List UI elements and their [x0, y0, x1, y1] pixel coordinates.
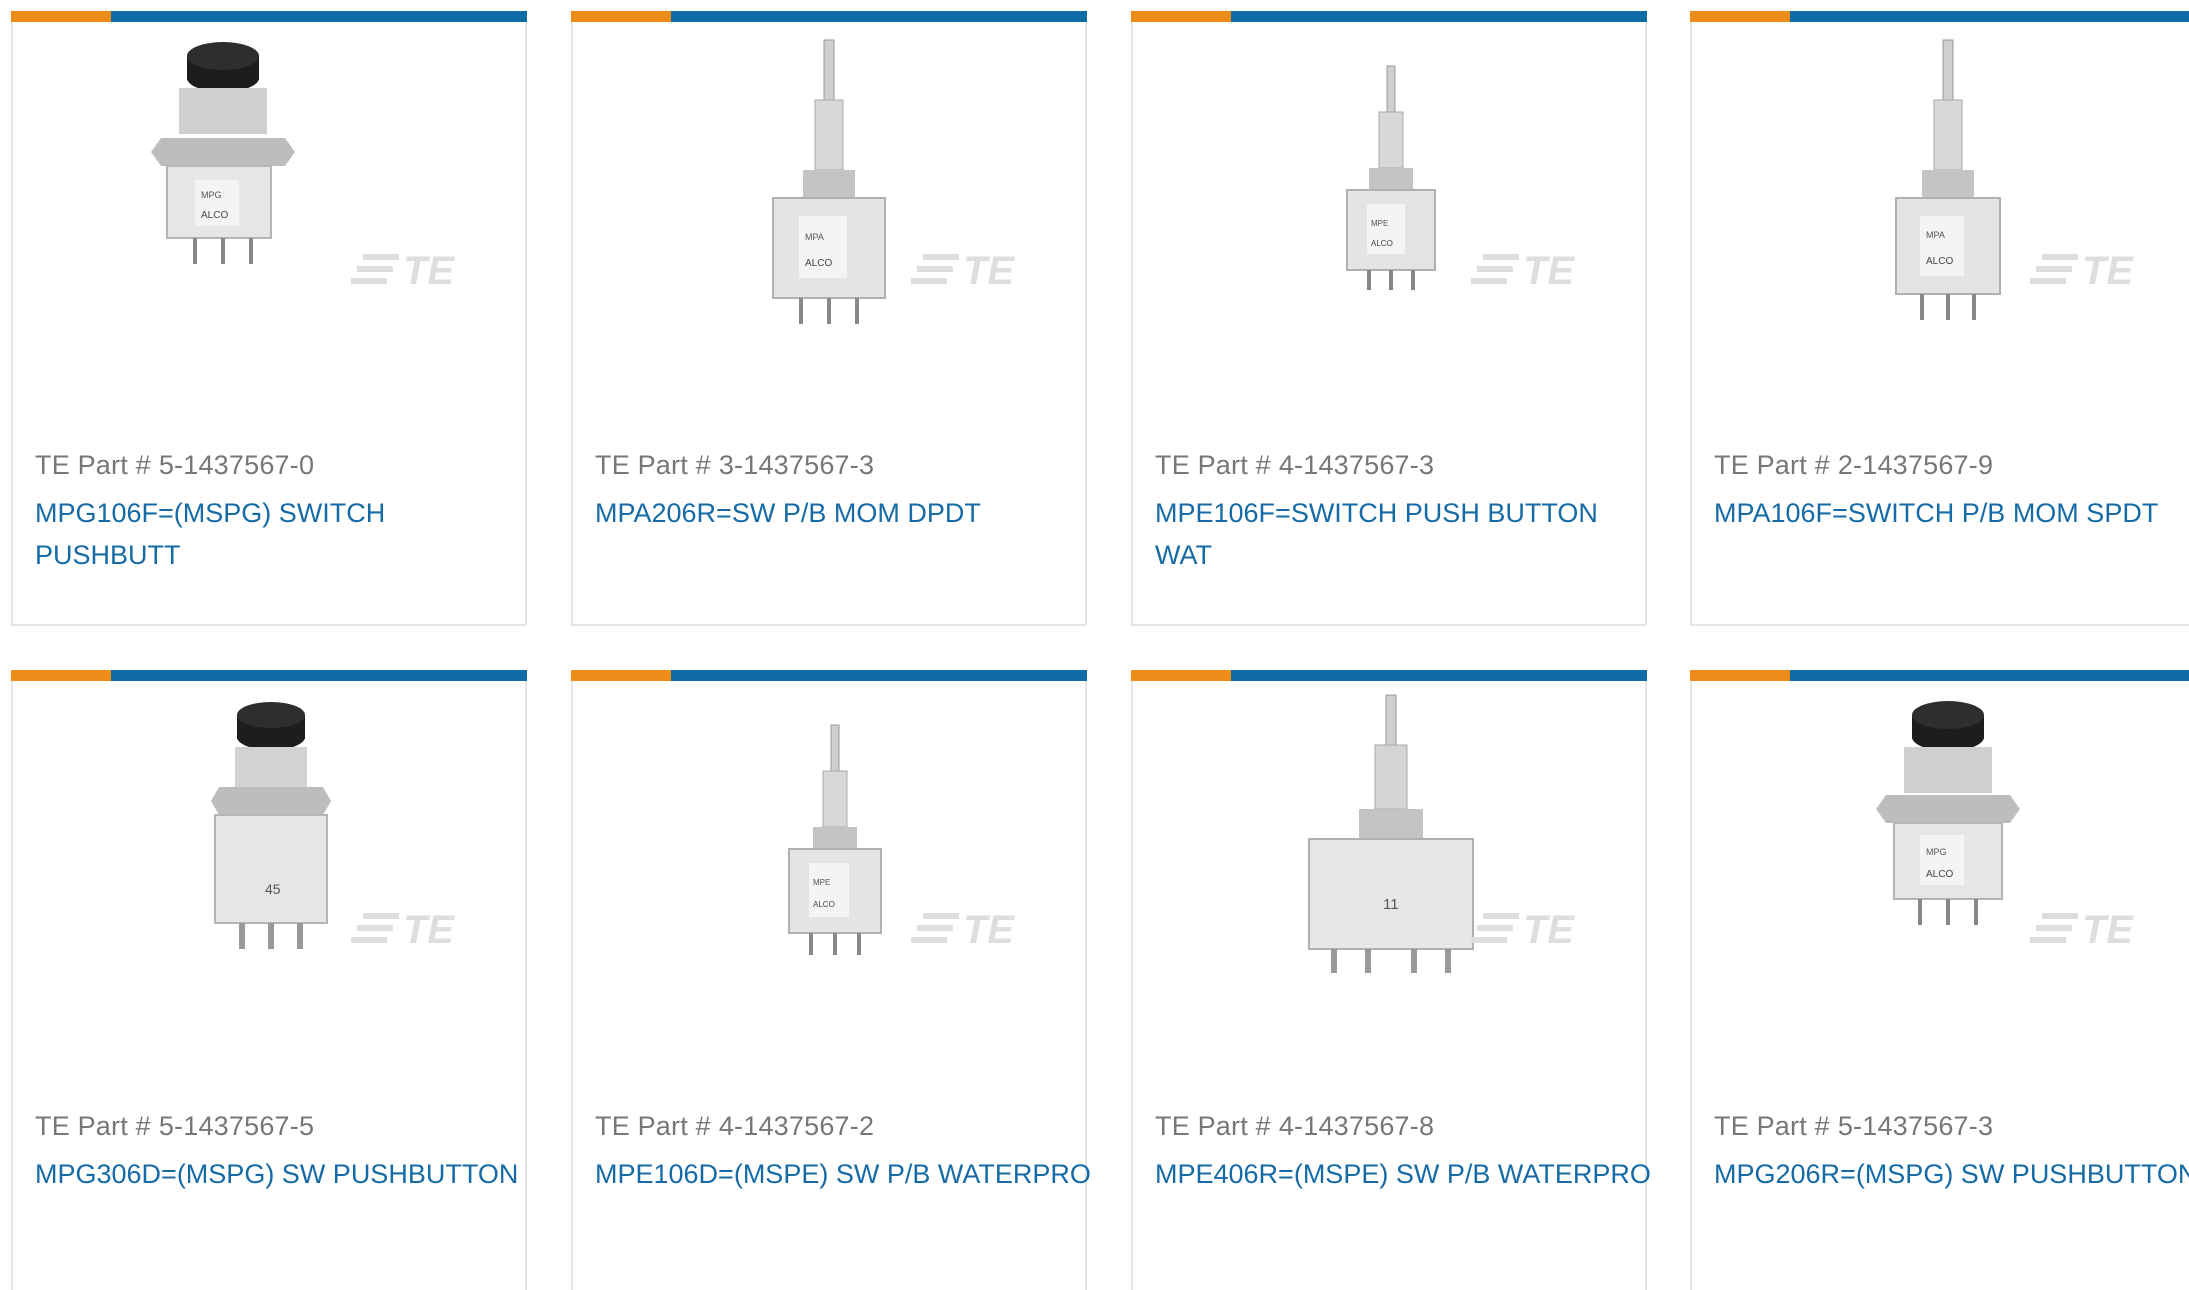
- svg-text:TE: TE: [1523, 908, 1575, 952]
- te-watermark-icon: TE: [911, 249, 1015, 293]
- product-name-link[interactable]: MPG306D=(MSPG) SW PUSHBUTTON: [35, 1153, 545, 1195]
- svg-text:11: 11: [1383, 896, 1399, 913]
- part-number: 2-1437567-9: [1837, 450, 1994, 480]
- svg-text:MPE: MPE: [813, 878, 830, 887]
- te-watermark-icon: TE: [2030, 908, 2134, 952]
- part-number-line: TE Part #5-1437567-5: [35, 1111, 315, 1141]
- product-name-link[interactable]: MPE106D=(MSPE) SW P/B WATERPRO: [595, 1153, 1105, 1195]
- svg-text:TE: TE: [403, 908, 455, 952]
- pushbutton-switch-cap-image[interactable]: MPG ALCO TE: [1692, 681, 2189, 1051]
- svg-text:ALCO: ALCO: [1371, 239, 1393, 248]
- product-card[interactable]: 11 TE TE Part #4-1437567-8 MPE406R=(MSPE…: [1131, 670, 1651, 1290]
- svg-text:TE: TE: [963, 908, 1015, 952]
- part-number-line: TE Part #4-1437567-3: [1155, 450, 1435, 480]
- card-accent-bar: [11, 11, 527, 22]
- svg-text:ALCO: ALCO: [1926, 256, 1953, 267]
- te-watermark-icon: TE: [1471, 908, 1575, 952]
- product-name-link[interactable]: MPE106F=SWITCH PUSH BUTTON WAT: [1155, 492, 1635, 576]
- te-watermark-icon: TE: [351, 249, 455, 293]
- product-grid: MPG ALCO TE TE Part #5-1437567-0 MPG106F…: [0, 0, 2189, 1290]
- svg-text:ALCO: ALCO: [805, 258, 832, 269]
- product-name-link[interactable]: MPA106F=SWITCH P/B MOM SPDT: [1714, 492, 2189, 534]
- plunger-switch-image[interactable]: MPE ALCO TE: [1133, 22, 1645, 392]
- svg-text:MPA: MPA: [1926, 230, 1945, 240]
- svg-text:TE: TE: [403, 249, 455, 293]
- card-accent-bar: [1131, 670, 1647, 681]
- part-number-line: TE Part #3-1437567-3: [595, 450, 875, 480]
- pushbutton-switch-cap-image[interactable]: MPG ALCO TE: [13, 22, 525, 392]
- part-number-line: TE Part #2-1437567-9: [1714, 450, 1994, 480]
- svg-text:MPG: MPG: [201, 190, 222, 200]
- product-card[interactable]: MPA ALCO TE TE Part #3-1437567-3 MPA206R…: [571, 11, 1087, 626]
- card-accent-bar: [1690, 670, 2189, 681]
- svg-text:MPA: MPA: [805, 232, 824, 242]
- part-number: 4-1437567-8: [1278, 1111, 1435, 1141]
- card-accent-bar: [571, 670, 1087, 681]
- card-accent-bar: [11, 670, 527, 681]
- product-card[interactable]: MPE ALCO TE TE Part #4-1437567-3 MPE106F…: [1131, 11, 1647, 626]
- te-watermark-icon: TE: [2030, 249, 2134, 293]
- plunger-switch-image[interactable]: MPE ALCO TE: [573, 681, 1085, 1051]
- part-number-line: TE Part #4-1437567-8: [1155, 1111, 1435, 1141]
- te-watermark-icon: TE: [1471, 249, 1575, 293]
- product-name-link[interactable]: MPG206R=(MSPG) SW PUSHBUTTON: [1714, 1153, 2189, 1195]
- svg-text:TE: TE: [963, 249, 1015, 293]
- part-number: 3-1437567-3: [718, 450, 875, 480]
- card-accent-bar: [1690, 11, 2189, 22]
- te-watermark-icon: TE: [351, 908, 455, 952]
- part-number: 5-1437567-0: [158, 450, 315, 480]
- part-number-line: TE Part #5-1437567-0: [35, 450, 315, 480]
- part-number: 5-1437567-5: [158, 1111, 315, 1141]
- product-name-link[interactable]: MPE406R=(MSPE) SW P/B WATERPRO: [1155, 1153, 1665, 1195]
- svg-text:ALCO: ALCO: [813, 900, 835, 909]
- product-card[interactable]: 45 TE TE Part #5-1437567-5 MPG306D=(MSPG…: [11, 670, 527, 1290]
- product-name-link[interactable]: MPA206R=SW P/B MOM DPDT: [595, 492, 1075, 534]
- svg-text:MPE: MPE: [1371, 219, 1388, 228]
- card-accent-bar: [571, 11, 1087, 22]
- plunger-switch-image[interactable]: MPA ALCO TE: [573, 22, 1085, 392]
- product-name-link[interactable]: MPG106F=(MSPG) SWITCH PUSHBUTT: [35, 492, 515, 576]
- product-card[interactable]: MPA ALCO TE TE Part #2-1437567-9 MPA106F…: [1690, 11, 2189, 626]
- svg-text:TE: TE: [2082, 249, 2134, 293]
- card-accent-bar: [1131, 11, 1647, 22]
- product-card[interactable]: MPE ALCO TE TE Part #4-1437567-2 MPE106D…: [571, 670, 1091, 1290]
- part-number: 4-1437567-2: [718, 1111, 875, 1141]
- product-card[interactable]: MPG ALCO TE TE Part #5-1437567-0 MPG106F…: [11, 11, 527, 626]
- plunger-switch-wide-image[interactable]: 11 TE: [1133, 681, 1645, 1051]
- part-number-line: TE Part #5-1437567-3: [1714, 1111, 1994, 1141]
- svg-text:ALCO: ALCO: [1926, 869, 1953, 880]
- plunger-switch-image[interactable]: MPA ALCO TE: [1692, 22, 2189, 392]
- svg-text:TE: TE: [2082, 908, 2134, 952]
- svg-text:TE: TE: [1523, 249, 1575, 293]
- part-number: 5-1437567-3: [1837, 1111, 1994, 1141]
- product-card[interactable]: MPG ALCO TE TE Part #5-1437567-3 MPG206R…: [1690, 670, 2189, 1290]
- svg-text:MPG: MPG: [1926, 847, 1947, 857]
- te-watermark-icon: TE: [911, 908, 1015, 952]
- pushbutton-switch-cap-image[interactable]: 45 TE: [13, 681, 525, 1051]
- svg-text:45: 45: [265, 881, 281, 897]
- svg-text:ALCO: ALCO: [201, 210, 228, 221]
- part-number-line: TE Part #4-1437567-2: [595, 1111, 875, 1141]
- part-number: 4-1437567-3: [1278, 450, 1435, 480]
